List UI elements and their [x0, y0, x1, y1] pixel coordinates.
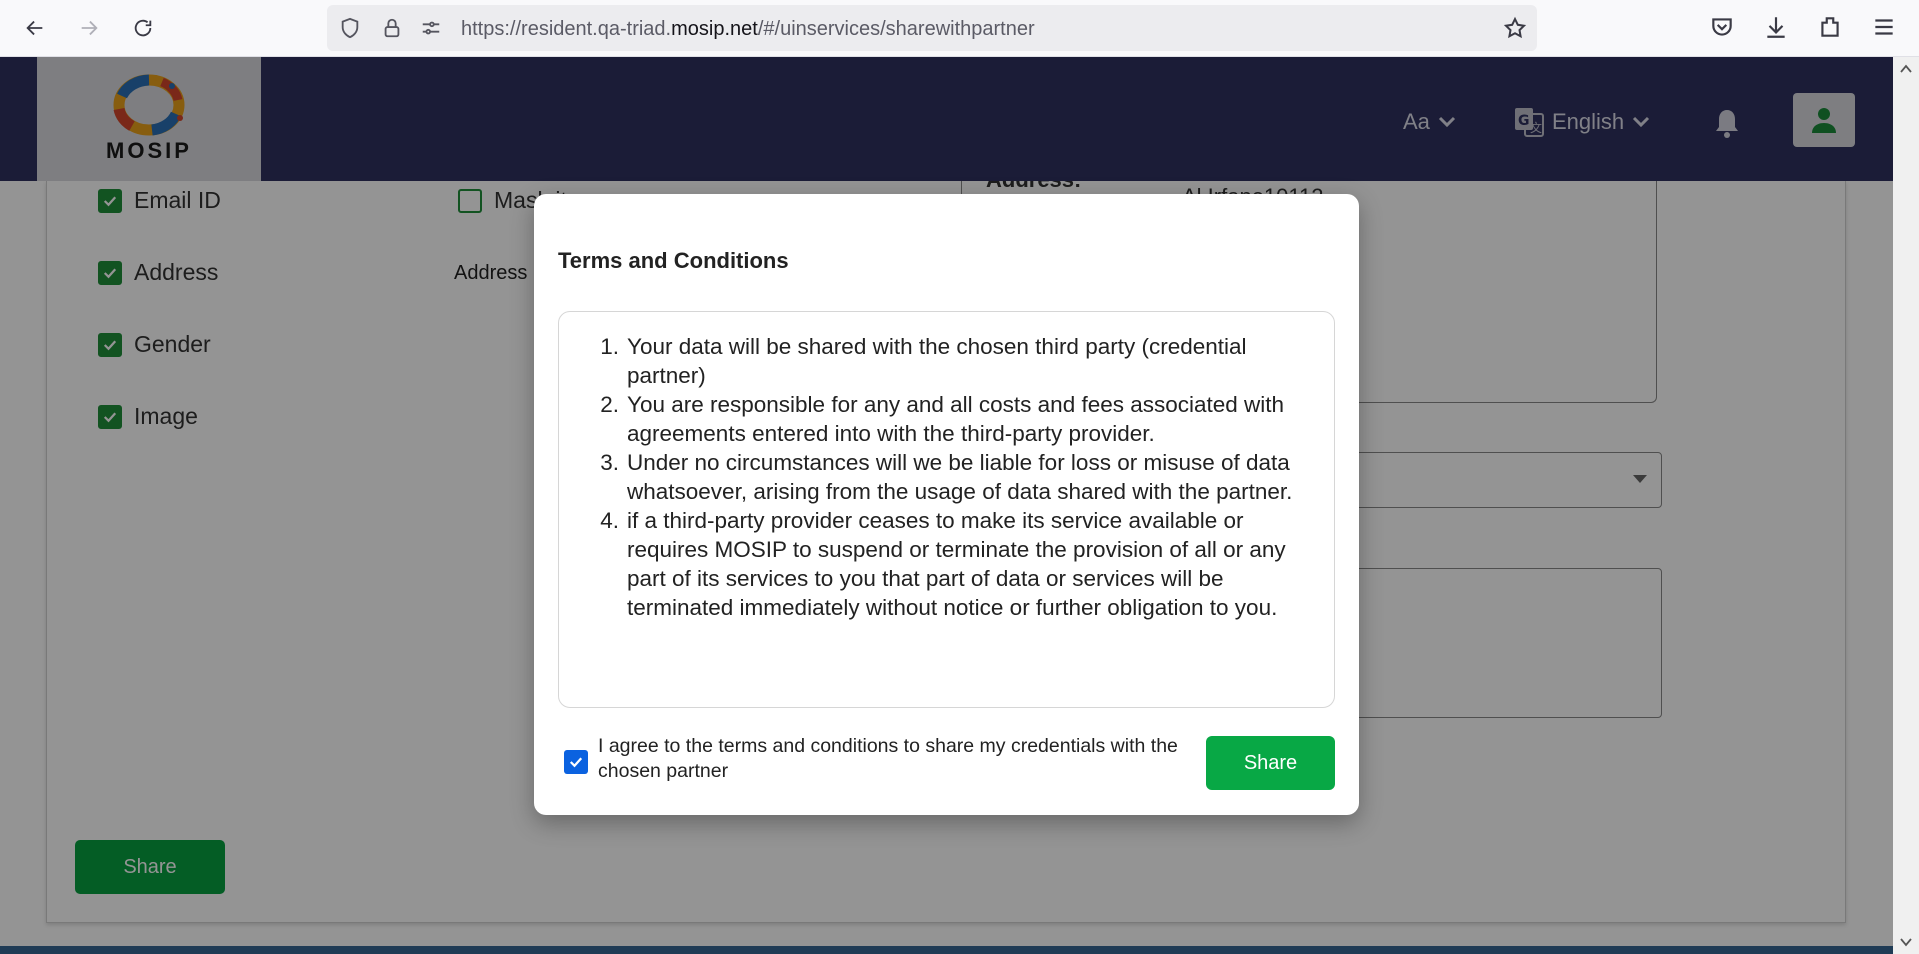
url-domain: mosip.net — [671, 18, 758, 40]
terms-dialog: Terms and Conditions 1. Your data will be… — [534, 194, 1359, 815]
downloads-icon[interactable] — [1763, 14, 1789, 40]
reload-icon[interactable] — [125, 10, 161, 46]
shield-icon[interactable] — [339, 17, 361, 39]
extensions-icon[interactable] — [1817, 14, 1843, 40]
terms-item-number: 4. — [600, 508, 619, 533]
terms-item-text: if a third-party provider ceases to make… — [627, 508, 1286, 620]
permissions-icon[interactable] — [420, 17, 442, 39]
page-scrollbar[interactable] — [1893, 57, 1919, 954]
lock-icon[interactable] — [381, 17, 403, 39]
bookmark-star-icon[interactable] — [1503, 16, 1527, 40]
terms-item-text: Under no circumstances will we be liable… — [627, 450, 1293, 504]
address-bar[interactable]: https://resident.qa-triad.mosip.net/#/ui… — [327, 5, 1537, 51]
scroll-up-icon[interactable] — [1900, 63, 1912, 75]
forward-arrow-icon[interactable] — [71, 10, 107, 46]
agree-label[interactable]: I agree to the terms and conditions to s… — [598, 734, 1188, 784]
share-button[interactable]: Share — [1206, 736, 1335, 790]
terms-item-number: 1. — [600, 334, 619, 359]
terms-item: 3. Under no circumstances will we be liab… — [593, 448, 1323, 506]
dialog-title: Terms and Conditions — [558, 248, 789, 273]
pocket-icon[interactable] — [1709, 14, 1735, 40]
terms-item-text: Your data will be shared with the chosen… — [627, 334, 1247, 388]
checkmark-icon — [569, 757, 583, 768]
terms-item-text: You are responsible for any and all cost… — [627, 392, 1285, 446]
terms-item: 1. Your data will be shared with the chos… — [593, 332, 1323, 390]
terms-item: 2. You are responsible for any and all co… — [593, 390, 1323, 448]
scroll-down-icon[interactable] — [1900, 936, 1912, 948]
menu-icon[interactable] — [1871, 14, 1897, 40]
terms-list: 1. Your data will be shared with the chos… — [593, 332, 1323, 622]
terms-item-number: 3. — [600, 450, 619, 475]
terms-item: 4. if a third-party provider ceases to ma… — [593, 506, 1323, 622]
bottom-strip — [0, 946, 1893, 954]
browser-toolbar: https://resident.qa-triad.mosip.net/#/ui… — [0, 0, 1919, 57]
url-text[interactable]: https://resident.qa-triad.mosip.net/#/ui… — [461, 18, 1035, 41]
terms-item-number: 2. — [600, 392, 619, 417]
back-arrow-icon[interactable] — [17, 10, 53, 46]
terms-content-box: 1. Your data will be shared with the chos… — [558, 311, 1335, 708]
url-path: /#/uinservices/sharewithpartner — [757, 18, 1035, 40]
url-prefix: https://resident.qa-triad. — [461, 18, 672, 40]
share-label: Share — [1243, 751, 1298, 774]
agree-checkbox[interactable] — [564, 750, 588, 774]
